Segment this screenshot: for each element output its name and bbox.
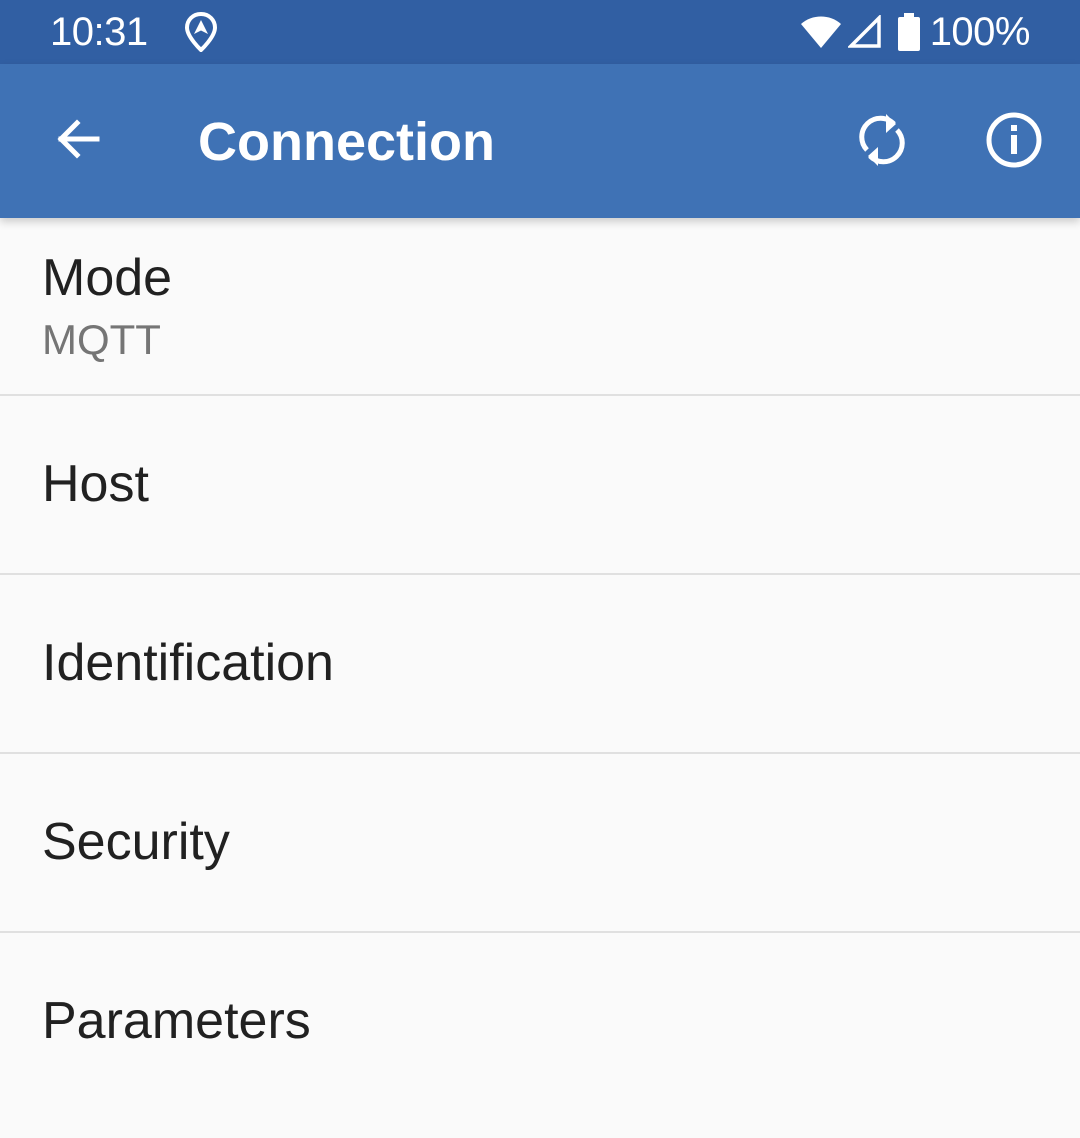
pref-item-identification[interactable]: Identification (0, 575, 1080, 754)
pref-item-parameters[interactable]: Parameters (0, 933, 1080, 1112)
pref-title: Identification (42, 634, 334, 692)
app-bar: Connection (0, 64, 1080, 218)
wifi-icon (800, 15, 842, 49)
refresh-button[interactable] (840, 100, 924, 184)
arrow-back-icon (53, 115, 101, 168)
pref-title: Parameters (42, 992, 311, 1050)
battery-percentage: 100% (929, 10, 1031, 54)
battery-icon (897, 13, 920, 51)
refresh-icon (856, 110, 908, 175)
pref-title: Mode (42, 249, 173, 307)
status-bar: 10:31 100% (0, 0, 1080, 64)
pref-summary: MQTT (42, 316, 161, 363)
info-icon (985, 111, 1043, 174)
status-time: 10:31 (50, 10, 148, 54)
info-button[interactable] (972, 100, 1056, 184)
settings-list: Mode MQTT Host Identification Security P… (0, 218, 1080, 1112)
page-title: Connection (198, 112, 495, 172)
location-icon (184, 11, 218, 53)
status-indicators: 100% (800, 8, 1031, 56)
signal-icon (846, 13, 882, 49)
back-button[interactable] (40, 100, 114, 182)
pref-item-host[interactable]: Host (0, 396, 1080, 575)
pref-item-mode[interactable]: Mode MQTT (0, 218, 1080, 396)
pref-title: Host (42, 455, 149, 513)
pref-title: Security (42, 813, 230, 871)
pref-item-security[interactable]: Security (0, 754, 1080, 933)
